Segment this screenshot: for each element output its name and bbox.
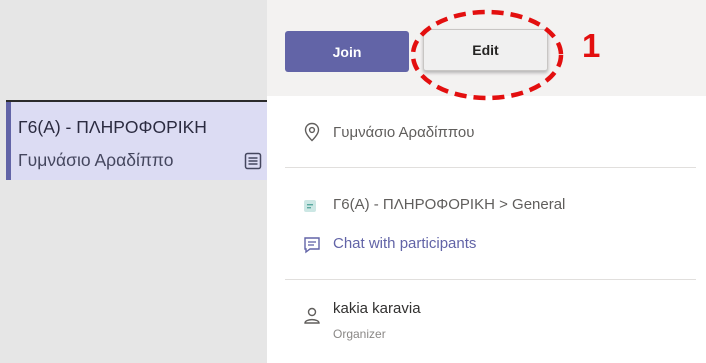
calendar-event-card[interactable]: Γ6(Α) - ΠΛΗΡΟΦΟΡΙΚΗ Γυμνάσιο Αραδίππο	[6, 100, 269, 180]
organizer-name: kakia karavia	[333, 300, 421, 317]
channel-icon	[304, 200, 316, 212]
divider	[285, 167, 696, 168]
location-pin-icon	[304, 122, 320, 142]
divider	[285, 279, 696, 280]
person-icon	[304, 307, 320, 324]
list-icon	[244, 152, 262, 170]
meeting-popup: Join Edit 1 Γυμνάσιο Αραδίππου Γ6(Α) - Π…	[267, 0, 706, 363]
chat-with-participants-link[interactable]: Chat with participants	[333, 235, 476, 252]
event-accent-bar	[6, 102, 11, 180]
event-title: Γ6(Α) - ΠΛΗΡΟΦΟΡΙΚΗ	[18, 117, 207, 137]
join-button[interactable]: Join	[285, 31, 409, 72]
popup-location: Γυμνάσιο Αραδίππου	[333, 124, 475, 141]
organizer-role: Organizer	[333, 327, 386, 341]
channel-name: Γ6(Α) - ΠΛΗΡΟΦΟΡΙΚΗ > General	[333, 196, 566, 213]
highlight-ellipse	[410, 9, 564, 101]
step-number: 1	[582, 27, 601, 64]
chat-icon	[304, 237, 320, 254]
event-location: Γυμνάσιο Αραδίππο	[18, 150, 174, 170]
popup-header: Join Edit 1	[267, 0, 706, 101]
